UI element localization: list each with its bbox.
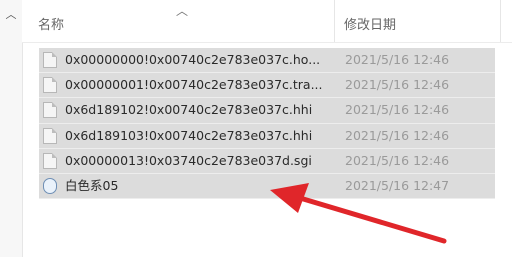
- file-row-theme[interactable]: 白色系05 2021/5/16 12:47: [39, 173, 495, 200]
- file-row[interactable]: 0x00000013!0x03740c2e783e037d.sgi 2021/5…: [39, 148, 495, 174]
- file-date: 2021/5/16 12:46: [345, 102, 450, 118]
- file-icon: [43, 77, 57, 94]
- file-row[interactable]: 0x6d189103!0x00740c2e783e037c.hhi 2021/5…: [39, 123, 495, 149]
- file-name: 0x6d189103!0x00740c2e783e037c.hhi: [65, 127, 313, 143]
- column-header: 名称 ︿ 修改日期: [22, 0, 512, 43]
- arrow-shaft: [297, 195, 447, 244]
- file-icon: [43, 52, 57, 68]
- file-date: 2021/5/16 12:46: [345, 127, 450, 143]
- file-icon: [43, 127, 57, 144]
- file-date: 2021/5/16 12:46: [345, 52, 450, 67]
- file-date: 2021/5/16 12:46: [345, 152, 450, 168]
- file-date: 2021/5/16 12:47: [345, 177, 450, 193]
- file-list: 0x00000000!0x00740c2e783e037c.ho... 2021…: [39, 48, 495, 200]
- navigation-pane: ︿: [0, 0, 23, 257]
- column-date-header[interactable]: 修改日期: [344, 14, 396, 33]
- file-row[interactable]: 0x6d189102!0x00740c2e783e037c.hhi 2021/5…: [39, 98, 495, 124]
- sort-ascending-icon[interactable]: ︿: [176, 2, 188, 19]
- file-name: 0x00000013!0x03740c2e783e037d.sgi: [65, 152, 312, 168]
- file-icon: [43, 102, 57, 119]
- file-name: 0x6d189102!0x00740c2e783e037c.hhi: [65, 102, 313, 118]
- chevron-up-icon[interactable]: ︿: [5, 9, 17, 20]
- theme-file-icon: [43, 177, 57, 194]
- file-date: 2021/5/16 12:46: [345, 77, 450, 93]
- file-name: 0x00000000!0x00740c2e783e037c.ho...: [65, 52, 321, 67]
- column-divider[interactable]: [500, 0, 501, 42]
- column-name-header[interactable]: 名称: [38, 14, 64, 33]
- file-row[interactable]: 0x00000000!0x00740c2e783e037c.ho... 2021…: [39, 48, 495, 74]
- file-name: 0x00000001!0x00740c2e783e037c.tra...: [65, 77, 323, 93]
- file-row[interactable]: 0x00000001!0x00740c2e783e037c.tra... 202…: [39, 73, 495, 99]
- column-divider[interactable]: [334, 0, 335, 42]
- file-name: 白色系05: [65, 177, 119, 193]
- file-icon: [43, 152, 57, 169]
